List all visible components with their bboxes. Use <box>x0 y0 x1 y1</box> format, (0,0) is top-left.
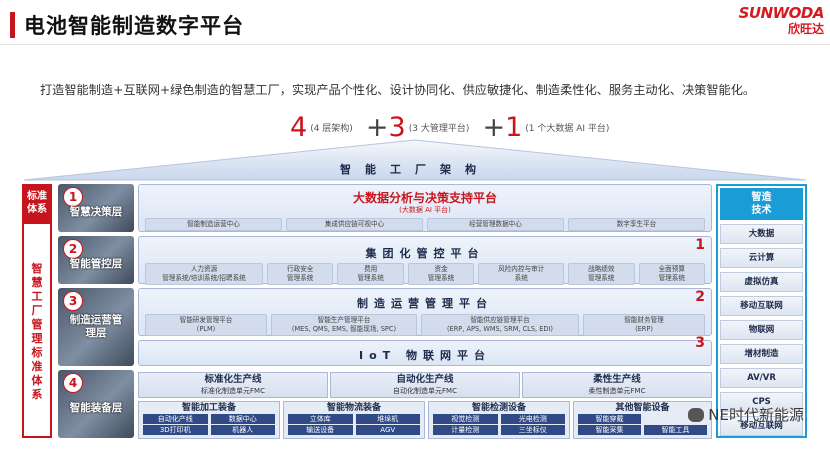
bigdata-chips: 智能制造运营中心 集成供应链可视中心 经营管理数据中心 数字孪生平台 <box>145 218 705 231</box>
bigdata-panel: 大数据分析与决策支持平台 (大数据 AI 平台) 智能制造运营中心 集成供应链可… <box>138 184 712 232</box>
wechat-icon <box>688 408 705 422</box>
layer-name: 智慧决策层 <box>69 206 123 218</box>
group-chip: 人力资源 管理系统/培训系统/招聘系统 <box>145 263 263 285</box>
group-chip: 战略绩效 管理系统 <box>568 263 635 285</box>
equipment-item: 立体库 <box>288 414 353 424</box>
formula-n3-note: (1 个大数据 AI 平台) <box>525 124 610 134</box>
equipment-item: AGV <box>355 425 420 435</box>
standards-header-line-2: 体系 <box>27 204 47 215</box>
standards-column-header: 标准 体系 <box>22 184 52 224</box>
group-chip: 资金 管理系统 <box>407 263 475 285</box>
production-line-title: 标准化生产线 <box>204 374 262 385</box>
group-chip: 行政安全 管理系统 <box>267 263 334 285</box>
brand-logo: SUNWODA 欣旺达 <box>739 4 825 37</box>
group-chip: 费用 管理系统 <box>337 263 404 285</box>
production-line-1: 标准化生产线 标准化制造单元FMC <box>138 372 328 398</box>
layer-name: 智能装备层 <box>69 402 123 414</box>
mfg-platform-panel: 制造运营管理平台 2 智能研发管理平台 (PLM) 智能生产管理平台 (MES,… <box>138 288 712 336</box>
iot-platform-title: IoT 物联网平台 <box>359 349 491 362</box>
layer-name: 智能管控层 <box>69 258 123 270</box>
production-line-sub: 柔性制造单元FMC <box>588 387 646 395</box>
title-accent-bar <box>10 12 15 38</box>
equipment-item: 输送设备 <box>288 425 353 435</box>
tech-header-line-1: 智造 <box>751 192 772 203</box>
bigdata-chip: 集成供应链可视中心 <box>286 218 423 231</box>
tech-item: 移动互联网 <box>720 296 803 316</box>
mfg-chip: 智能供应链管理平台 (ERP, APS, WMS, SRM, CLS, EDI) <box>421 314 579 336</box>
tech-item: AV/VR <box>720 368 803 388</box>
production-line-title: 柔性生产线 <box>593 374 641 385</box>
tech-item: 物联网 <box>720 320 803 340</box>
group-platform-chips: 人力资源 管理系统/培训系统/招聘系统 行政安全 管理系统 费用 管理系统 资金… <box>145 263 705 285</box>
group-platform-panel: 集团化管控平台 1 人力资源 管理系统/培训系统/招聘系统 行政安全 管理系统 … <box>138 236 712 285</box>
brand-name-cn: 欣旺达 <box>787 22 824 36</box>
mfg-platform-title: 制造运营管理平台 <box>357 297 493 310</box>
bigdata-chip: 智能制造运营中心 <box>145 218 282 231</box>
equipment-item: 智能工具 <box>644 425 707 435</box>
layer-tile-3: 3 制造运营管理层 <box>58 288 134 366</box>
equipment-item: 堆垛机 <box>355 414 420 424</box>
layer-number: 3 <box>63 291 83 311</box>
equipment-group-2: 智能物流装备 立体库 堆垛机 输送设备 AGV <box>283 401 425 439</box>
mfg-platform-chips: 智能研发管理平台 (PLM) 智能生产管理平台 (MES, QMS, EMS, … <box>145 314 705 336</box>
equipment-item: 计量检测 <box>433 425 498 435</box>
group-platform-title: 集团化管控平台 <box>365 247 485 260</box>
group-chip: 全面预算 管理系统 <box>638 263 705 285</box>
layer-number: 4 <box>63 373 83 393</box>
standards-column-label: 智慧工厂管理标准体系 <box>31 262 43 401</box>
equipment-group-1: 智能加工装备 自动化产线 数据中心 3D打印机 机器人 <box>138 401 280 439</box>
watermark-text: NE时代新能源 <box>708 406 804 424</box>
formula-n1-note: (4 层架构) <box>310 124 353 134</box>
watermark: NE时代新能源 <box>688 404 804 425</box>
iot-platform-number: 3 <box>695 335 705 351</box>
formula-n2-note: (3 大管理平台) <box>408 124 470 134</box>
tech-item: 大数据 <box>720 224 803 244</box>
tech-item: 云计算 <box>720 248 803 268</box>
bigdata-title: 大数据分析与决策支持平台 <box>352 191 497 205</box>
layer-tile-4: 4 智能装备层 <box>58 370 134 438</box>
bigdata-chip: 数字孪生平台 <box>568 218 705 231</box>
iot-platform-panel: IoT 物联网平台 3 <box>138 335 712 366</box>
mfg-chip: 智能研发管理平台 (PLM) <box>145 314 267 336</box>
tech-item: 虚拟仿真 <box>720 272 803 292</box>
equipment-item: 自动化产线 <box>143 414 208 424</box>
standards-header-line-1: 标准 <box>27 191 47 202</box>
group-chip: 风险内控与审计 系统 <box>478 263 565 285</box>
equipment-item: 智能采集 <box>578 425 641 435</box>
layer-tile-1: 1 智慧决策层 <box>58 184 134 232</box>
tech-item: 增材制造 <box>720 344 803 364</box>
production-line-sub: 标准化制造单元FMC <box>201 387 265 395</box>
roof-title: 智能工厂架构 <box>340 163 490 176</box>
header-divider <box>0 44 830 45</box>
layer-name: 制造运营管理层 <box>69 314 123 339</box>
equipment-item: 智能穿戴 <box>578 414 641 424</box>
subtitle: 打造智能制造+互联网+绿色制造的智慧工厂，实现产品个性化、设计协同化、供应敏捷化… <box>40 83 756 97</box>
layer-tile-2: 2 智能管控层 <box>58 236 134 284</box>
equipment-item: 光电检测 <box>500 414 565 424</box>
bigdata-chip: 经营管理数据中心 <box>427 218 564 231</box>
mfg-chip: 智能财务管理 (ERP) <box>583 314 705 336</box>
production-line-title: 自动化生产线 <box>396 374 454 385</box>
equipment-item: 数据中心 <box>210 414 275 424</box>
equipment-group-title: 智能检测设备 <box>471 403 526 413</box>
equipment-item: 三坐标仪 <box>500 425 565 435</box>
page-title: 电池智能制造数字平台 <box>24 14 244 38</box>
equipment-item: 机器人 <box>210 425 275 435</box>
equipment-group-title: 智能物流装备 <box>326 403 381 413</box>
production-line-3: 柔性生产线 柔性制造单元FMC <box>522 372 712 398</box>
layer-number: 1 <box>63 187 83 207</box>
bigdata-subtitle: (大数据 AI 平台) <box>399 206 451 214</box>
tech-header-line-2: 技术 <box>751 205 772 216</box>
mfg-chip: 智能生产管理平台 (MES, QMS, EMS, 智能现场, SPC) <box>271 314 417 336</box>
production-line-sub: 自动化制造单元FMC <box>393 387 457 395</box>
equipment-group-3: 智能检测设备 视觉检测 光电检测 计量检测 三坐标仪 <box>428 401 570 439</box>
layer-number: 2 <box>63 239 83 259</box>
tech-column-header: 智造 技术 <box>720 188 803 220</box>
equipment-item: 3D打印机 <box>143 425 208 435</box>
equipment-group-title: 智能加工装备 <box>181 403 236 413</box>
equipment-item: 视觉检测 <box>433 414 498 424</box>
group-platform-number: 1 <box>695 237 705 253</box>
production-line-2: 自动化生产线 自动化制造单元FMC <box>330 372 520 398</box>
mfg-platform-number: 2 <box>695 289 705 305</box>
